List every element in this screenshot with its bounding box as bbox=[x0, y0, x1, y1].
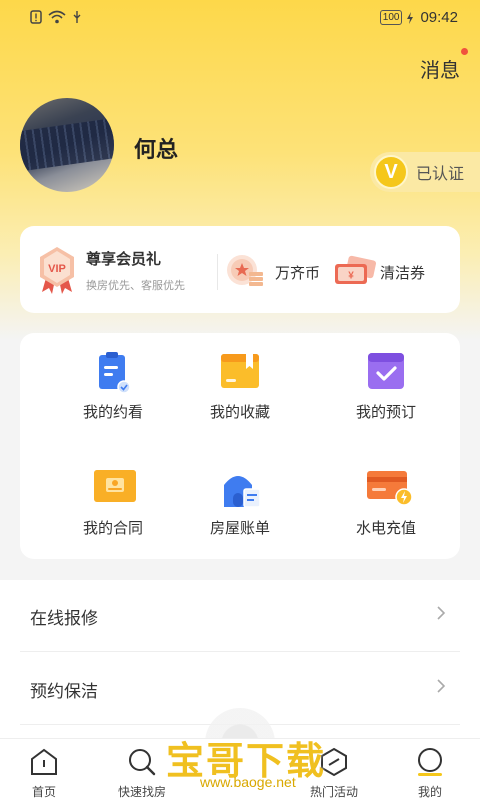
verified-badge-button[interactable]: V 已认证 bbox=[370, 152, 480, 192]
battery-indicator: 100 bbox=[379, 10, 403, 25]
list-item-label: 预约保洁 bbox=[30, 682, 98, 702]
grid-label: 房屋账单 bbox=[209, 519, 270, 537]
wifi-icon bbox=[48, 10, 66, 24]
status-time: 09:42 bbox=[420, 9, 458, 26]
grid-item-bookings[interactable]: 我的预订 bbox=[326, 351, 446, 422]
grid-item-appointments[interactable]: 我的约看 bbox=[53, 351, 173, 422]
tab-home[interactable]: 首页 bbox=[4, 747, 84, 800]
favorites-icon bbox=[220, 351, 260, 391]
grid-label: 我的预订 bbox=[355, 403, 416, 421]
grid-label: 水电充值 bbox=[355, 519, 416, 537]
watermark-url: www.baoge.net bbox=[200, 774, 296, 790]
contract-icon bbox=[93, 467, 136, 507]
list-item-label: 在线报修 bbox=[30, 609, 98, 629]
appointment-icon bbox=[93, 351, 133, 394]
booking-icon bbox=[366, 351, 406, 391]
verified-v-icon: V bbox=[374, 155, 408, 189]
tab-label: 首页 bbox=[31, 785, 56, 799]
chevron-right-icon bbox=[436, 602, 446, 626]
coins-icon[interactable] bbox=[226, 254, 268, 292]
charging-icon bbox=[407, 11, 414, 24]
tab-label: 快速找房 bbox=[117, 785, 166, 799]
coupon-mark: ¥ bbox=[348, 271, 354, 282]
coins-label[interactable]: 万齐币 bbox=[275, 262, 320, 283]
member-title: 尊享会员礼 bbox=[86, 250, 162, 268]
alert-icon bbox=[30, 10, 42, 24]
grid-item-bills[interactable]: 房屋账单 bbox=[180, 467, 300, 538]
tab-mine[interactable]: 我的 bbox=[390, 747, 470, 800]
bill-icon bbox=[220, 467, 261, 508]
coupon-icon[interactable]: ¥ bbox=[333, 254, 377, 292]
unread-dot bbox=[461, 48, 468, 55]
list-item-repair[interactable]: 在线报修 bbox=[20, 580, 460, 652]
tab-label: 热门活动 bbox=[309, 785, 358, 799]
search-icon bbox=[127, 747, 157, 777]
chevron-right-icon bbox=[436, 675, 446, 699]
grid-item-favorites[interactable]: 我的收藏 bbox=[180, 351, 300, 422]
grid-label: 我的收藏 bbox=[209, 403, 270, 421]
tab-label: 我的 bbox=[417, 785, 442, 799]
divider bbox=[217, 254, 218, 290]
grid-label: 我的合同 bbox=[82, 519, 143, 537]
grid-item-contracts[interactable]: 我的合同 bbox=[53, 467, 173, 538]
grid-item-recharge[interactable]: 水电充值 bbox=[326, 467, 446, 538]
avatar[interactable] bbox=[20, 98, 114, 192]
feature-grid: 我的约看 我的收藏 我的预订 我的合同 房屋账单 水电充值 bbox=[20, 333, 460, 559]
vip-icon: VIP bbox=[38, 246, 76, 294]
user-name: 何总 bbox=[134, 138, 179, 163]
status-bar: 100 09:42 bbox=[0, 0, 480, 36]
grid-label: 我的约看 bbox=[82, 403, 143, 421]
profile-icon bbox=[415, 747, 445, 777]
home-icon bbox=[29, 747, 59, 777]
vip-text: VIP bbox=[48, 263, 66, 275]
coupon-label[interactable]: 清洁券 bbox=[380, 262, 425, 283]
member-subtitle: 换房优先、客服优先 bbox=[86, 279, 185, 292]
recharge-icon bbox=[366, 467, 413, 507]
messages-button[interactable]: 消息 bbox=[420, 54, 460, 83]
verified-label: 已认证 bbox=[416, 164, 465, 183]
usb-icon bbox=[73, 11, 81, 23]
